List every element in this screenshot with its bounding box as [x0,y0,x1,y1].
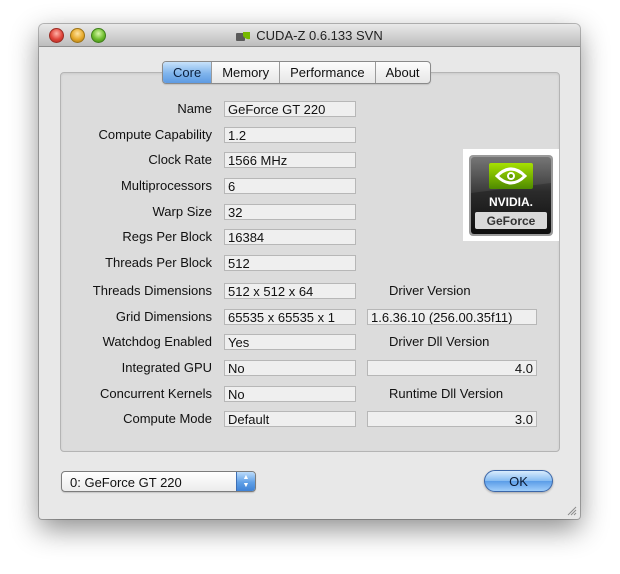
multiprocessors-label: Multiprocessors [120,178,212,193]
compute-capability-label: Compute Capability [98,127,212,142]
driver-dll-version-label: Driver Dll Version [389,334,490,349]
name-value: GeForce GT 220 [224,101,356,117]
concurrent-kernels-value: No [224,386,356,402]
nvidia-brand-text: NVIDIA. [489,195,533,209]
title-bar[interactable]: CUDA-Z 0.6.133 SVN [39,24,580,47]
grid-dimensions-label: Grid Dimensions [115,309,212,324]
watchdog-enabled-label: Watchdog Enabled [102,334,212,349]
watchdog-enabled-value: Yes [224,334,356,350]
device-selector-value: 0: GeForce GT 220 [70,475,182,490]
threads-per-block-label: Threads Per Block [105,255,212,270]
clock-rate-label: Clock Rate [148,152,212,167]
threads-dimensions-value: 512 x 512 x 64 [224,283,356,299]
tab-performance[interactable]: Performance [279,62,374,83]
compute-mode-label: Compute Mode [123,411,212,426]
window-title: CUDA-Z 0.6.133 SVN [256,27,383,43]
warp-size-label: Warp Size [152,204,212,219]
compute-mode-value: Default [224,411,356,427]
driver-version-label: Driver Version [389,283,471,298]
app-window: CUDA-Z 0.6.133 SVN Name GeForce GT 220 C… [39,24,580,519]
cuda-z-app-icon [236,30,251,41]
ok-button[interactable]: OK [484,470,553,492]
driver-dll-version-value: 4.0 [367,360,537,376]
threads-dimensions-label: Threads Dimensions [92,283,212,298]
tab-memory[interactable]: Memory [211,62,279,83]
compute-capability-value: 1.2 [224,127,356,143]
integrated-gpu-value: No [224,360,356,376]
name-label: Name [177,101,212,116]
runtime-dll-version-value: 3.0 [367,411,537,427]
regs-per-block-label: Regs Per Block [122,229,212,244]
grid-dimensions-value: 65535 x 65535 x 1 [224,309,356,325]
threads-per-block-value: 512 [224,255,356,271]
driver-version-value: 1.6.36.10 (256.00.35f11) [367,309,537,325]
up-down-arrows-icon: ▲ ▼ [236,472,255,491]
clock-rate-value: 1566 MHz [224,152,356,168]
tab-about[interactable]: About [374,62,430,83]
multiprocessors-value: 6 [224,178,356,194]
runtime-dll-version-label: Runtime Dll Version [389,386,504,401]
warp-size-value: 32 [224,204,356,220]
tab-bar: Core Memory Performance About [162,61,431,84]
device-selector-dropdown[interactable]: 0: GeForce GT 220 ▲ ▼ [61,471,256,492]
tab-core[interactable]: Core [163,62,212,83]
nvidia-geforce-logo: NVIDIA. GeForce [463,149,559,241]
tab-content-panel: Name GeForce GT 220 Compute Capability 1… [60,72,560,452]
concurrent-kernels-label: Concurrent Kernels [100,386,212,401]
regs-per-block-value: 16384 [224,229,356,245]
geforce-product-text: GeForce [487,214,536,228]
integrated-gpu-label: Integrated GPU [121,360,212,375]
resize-grip-icon[interactable] [566,505,577,516]
window-title-area: CUDA-Z 0.6.133 SVN [39,24,580,46]
